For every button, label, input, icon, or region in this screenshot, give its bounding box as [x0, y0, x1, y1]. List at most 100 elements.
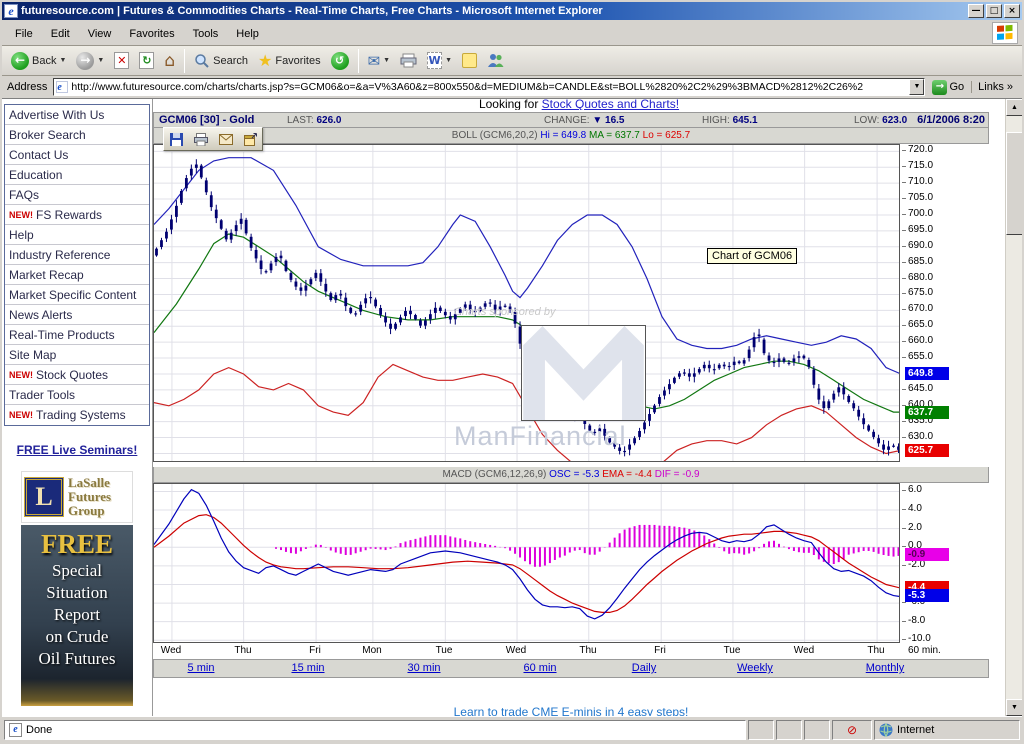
go-button[interactable]: → Go: [929, 79, 967, 96]
sidebar-item-advertise-with-us[interactable]: Advertise With Us: [5, 105, 149, 125]
print-chart-button[interactable]: [194, 133, 208, 146]
address-url[interactable]: http://www.futuresource.com/charts/chart…: [71, 81, 909, 93]
history-button[interactable]: ↺: [326, 50, 354, 72]
minimize-button[interactable]: —: [968, 4, 984, 18]
sidebar-item-site-map[interactable]: Site Map: [5, 345, 149, 365]
sidebar-item-real-time-products[interactable]: Real-Time Products: [5, 325, 149, 345]
sidebar-item-market-specific-content[interactable]: Market Specific Content: [5, 285, 149, 305]
ad-line: Report: [21, 604, 133, 626]
favorites-button[interactable]: ★ Favorites: [253, 51, 326, 71]
status-pane-empty: [776, 720, 802, 740]
forward-dropdown-icon[interactable]: ▼: [97, 57, 104, 64]
edit-dropdown-icon[interactable]: ▼: [445, 57, 452, 64]
chart-tooltip: Chart of GCM06: [707, 248, 797, 264]
price-axis: 720.0715.0710.0705.0700.0695.0690.0685.0…: [902, 144, 989, 462]
mail-button[interactable]: ✉ ▼: [363, 51, 396, 71]
menu-bar: FileEditViewFavoritesToolsHelp: [2, 20, 1022, 46]
address-input[interactable]: e http://www.futuresource.com/charts/cha…: [53, 78, 925, 96]
last-price: LAST: 626.0: [287, 115, 342, 126]
history-icon: ↺: [331, 52, 349, 70]
tick-mark: [902, 357, 906, 358]
sidebar-item-label: Education: [9, 168, 62, 182]
sidebar-item-fs-rewards[interactable]: NEW!FS Rewards: [5, 205, 149, 225]
macd-osc: OSC = -5.3: [549, 469, 599, 480]
email-chart-button[interactable]: [219, 134, 233, 145]
back-dropdown-icon[interactable]: ▼: [59, 57, 66, 64]
sidebar-item-label: Advertise With Us: [9, 108, 104, 122]
timeframe-link-Monthly[interactable]: Monthly: [866, 662, 905, 674]
menu-file[interactable]: File: [6, 25, 42, 43]
stock-quotes-link[interactable]: Stock Quotes and Charts!: [542, 99, 679, 110]
menu-view[interactable]: View: [79, 25, 121, 43]
price-plot[interactable]: [153, 144, 900, 462]
restore-button[interactable]: □: [986, 4, 1002, 18]
sidebar-item-broker-search[interactable]: Broker Search: [5, 125, 149, 145]
status-zone-pane: Internet: [874, 720, 1020, 740]
crude-oil-ad-banner[interactable]: FREE SpecialSituationReporton CrudeOil F…: [21, 525, 133, 706]
sidebar-item-contact-us[interactable]: Contact Us: [5, 145, 149, 165]
boll-name: BOLL (GCM6,20,2): [452, 130, 538, 141]
cme-promo-link[interactable]: Learn to trade CME E-minis in 4 easy ste…: [153, 703, 989, 716]
sidebar-item-education[interactable]: Education: [5, 165, 149, 185]
sidebar-item-industry-reference[interactable]: Industry Reference: [5, 245, 149, 265]
scrollbar-thumb[interactable]: [1006, 132, 1022, 235]
ad-line: Special: [21, 560, 133, 582]
free-seminars-link[interactable]: FREE Live Seminars!: [4, 443, 150, 457]
sidebar-item-label: News Alerts: [9, 308, 72, 322]
timeframe-link-Daily[interactable]: Daily: [632, 662, 656, 674]
refresh-button[interactable]: ↻: [134, 50, 159, 71]
scroll-down-button[interactable]: ▼: [1006, 699, 1022, 716]
vertical-scrollbar[interactable]: ▲ ▼: [1005, 99, 1022, 716]
sidebar-item-market-recap[interactable]: Market Recap: [5, 265, 149, 285]
discuss-button[interactable]: [457, 51, 482, 70]
timeframe-link-30min[interactable]: 30 min: [407, 662, 440, 674]
blocked-icon: ⊘: [847, 723, 857, 737]
address-dropdown-icon[interactable]: ▼: [909, 79, 924, 95]
price-badge-637.7: 637.7: [905, 406, 949, 419]
macd-badge--5.3: -5.3: [905, 589, 949, 602]
tick-mark: [902, 421, 906, 422]
stop-button[interactable]: ✕: [109, 50, 134, 71]
menu-favorites[interactable]: Favorites: [120, 25, 183, 43]
messenger-button[interactable]: [482, 51, 509, 70]
price-tick: 685.0: [908, 256, 933, 267]
lasalle-ad-banner[interactable]: L LaSalleFuturesGroup: [21, 471, 133, 523]
menu-edit[interactable]: Edit: [42, 25, 79, 43]
status-bar: e Done ⊘ Internet: [2, 716, 1022, 742]
browser-window: e futuresource.com | Futures & Commoditi…: [0, 0, 1024, 744]
links-menu[interactable]: Links »: [971, 81, 1019, 93]
back-button[interactable]: ← Back ▼: [6, 50, 71, 72]
menu-help[interactable]: Help: [227, 25, 268, 43]
mail-dropdown-icon[interactable]: ▼: [383, 57, 390, 64]
timeframe-link-60min[interactable]: 60 min: [523, 662, 556, 674]
print-button[interactable]: [395, 51, 422, 70]
scroll-up-button[interactable]: ▲: [1006, 99, 1022, 116]
save-chart-button[interactable]: [170, 133, 183, 146]
sidebar-item-stock-quotes[interactable]: NEW!Stock Quotes: [5, 365, 149, 385]
new-badge: NEW!: [9, 370, 33, 380]
home-button[interactable]: ⌂: [159, 51, 180, 71]
sidebar-item-news-alerts[interactable]: News Alerts: [5, 305, 149, 325]
menu-tools[interactable]: Tools: [184, 25, 228, 43]
low-price: LOW: 623.0: [854, 115, 907, 126]
tick-mark: [902, 437, 906, 438]
forward-button[interactable]: → ▼: [71, 50, 109, 72]
edit-button[interactable]: W ▼: [422, 50, 457, 71]
chart-mini-toolbar: [163, 127, 263, 151]
sidebar-item-help[interactable]: Help: [5, 225, 149, 245]
timeframe-link-5min[interactable]: 5 min: [188, 662, 215, 674]
export-chart-button[interactable]: [244, 133, 257, 146]
sidebar-item-label: Contact Us: [9, 148, 68, 162]
sidebar: Advertise With Us Broker Search Contact Us…: [2, 99, 153, 716]
tick-mark: [902, 509, 906, 510]
search-button[interactable]: Search: [189, 51, 253, 71]
sidebar-item-trading-systems[interactable]: NEW!Trading Systems: [5, 405, 149, 425]
timeframe-link-15min[interactable]: 15 min: [291, 662, 324, 674]
sidebar-item-faqs[interactable]: FAQs: [5, 185, 149, 205]
timeframe-link-Weekly[interactable]: Weekly: [737, 662, 773, 674]
sidebar-item-trader-tools[interactable]: Trader Tools: [5, 385, 149, 405]
macd-plot[interactable]: [153, 483, 900, 643]
price-tick: 720.0: [908, 144, 933, 155]
new-badge: NEW!: [9, 210, 33, 220]
close-button[interactable]: ×: [1004, 4, 1020, 18]
